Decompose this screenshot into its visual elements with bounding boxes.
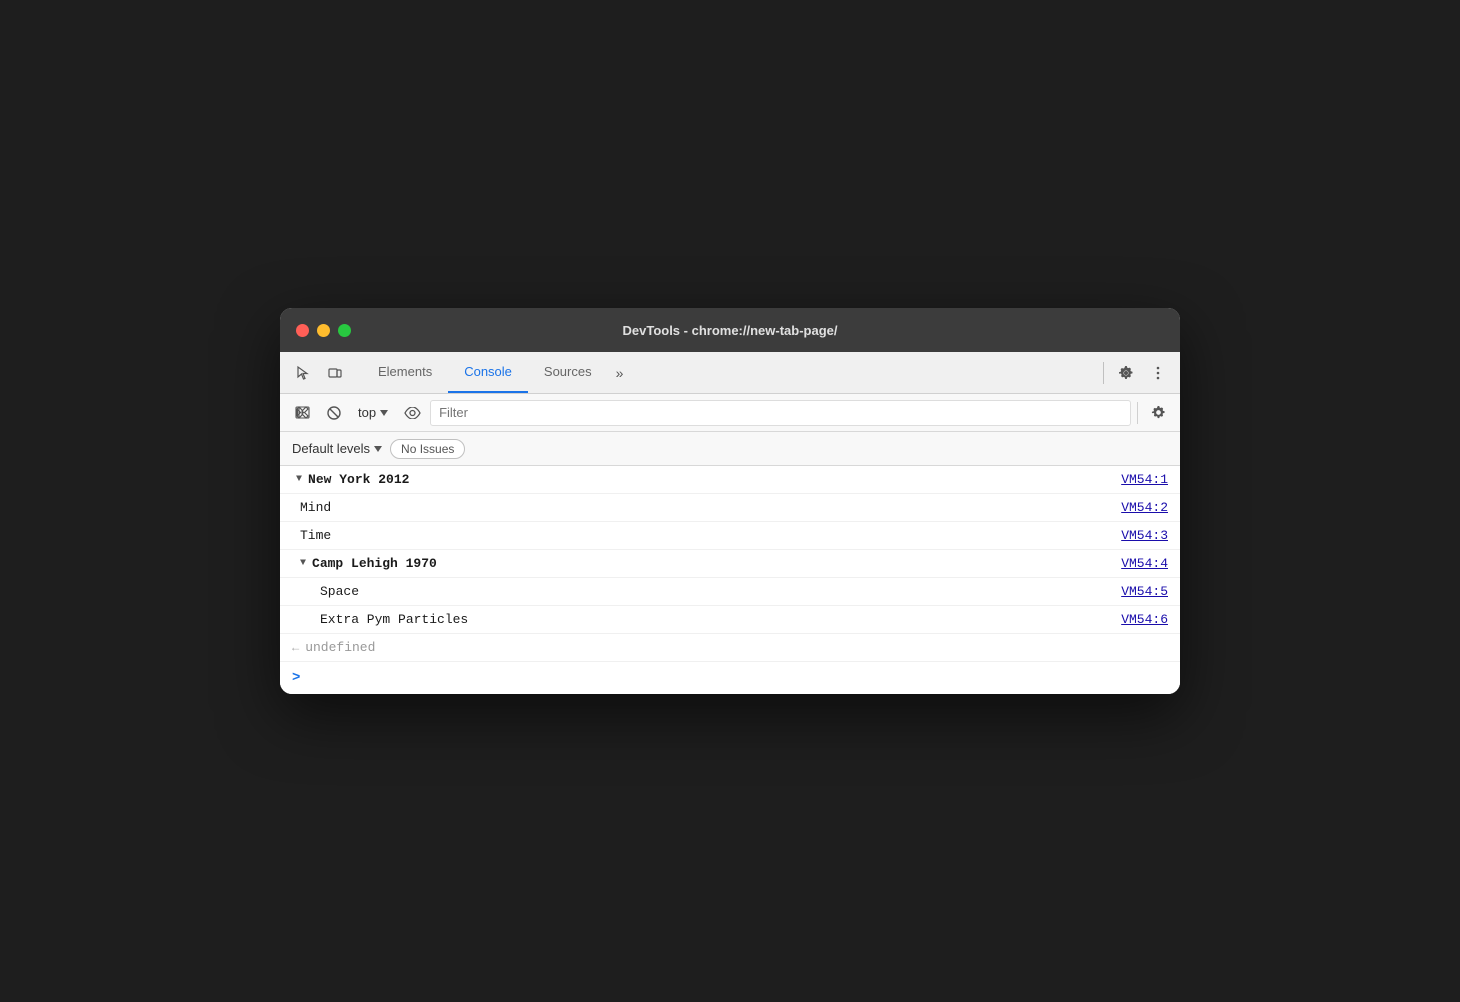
title-bar: DevTools - chrome://new-tab-page/ — [280, 308, 1180, 352]
console-row: Mind VM54:2 — [280, 494, 1180, 522]
traffic-lights — [296, 324, 351, 337]
tabs: Elements Console Sources » — [362, 352, 1099, 393]
console-row: ▼ Camp Lehigh 1970 VM54:4 — [280, 550, 1180, 578]
tab-console[interactable]: Console — [448, 352, 528, 393]
minimize-button[interactable] — [317, 324, 330, 337]
row-text: Extra Pym Particles — [320, 612, 468, 627]
tab-sources[interactable]: Sources — [528, 352, 608, 393]
tab-bar-right — [1099, 359, 1172, 387]
row-link[interactable]: VM54:5 — [1121, 584, 1168, 599]
console-row: ▼ New York 2012 VM54:1 — [280, 466, 1180, 494]
more-options-button[interactable] — [1144, 359, 1172, 387]
console-settings-button[interactable] — [1144, 399, 1172, 427]
expand-arrow[interactable]: ▼ — [300, 558, 306, 569]
row-link[interactable]: VM54:3 — [1121, 528, 1168, 543]
row-link[interactable]: VM54:1 — [1121, 472, 1168, 487]
clear-console-button[interactable] — [288, 399, 316, 427]
maximize-button[interactable] — [338, 324, 351, 337]
row-link[interactable]: VM54:4 — [1121, 556, 1168, 571]
tab-elements[interactable]: Elements — [362, 352, 448, 393]
live-expressions-button[interactable] — [398, 399, 426, 427]
tab-more-button[interactable]: » — [608, 365, 632, 381]
console-row: Time VM54:3 — [280, 522, 1180, 550]
row-text: New York 2012 — [308, 472, 409, 487]
row-text: Space — [320, 584, 359, 599]
console-output: ▼ New York 2012 VM54:1 Mind VM54:2 Time … — [280, 466, 1180, 694]
block-requests-button[interactable] — [320, 399, 348, 427]
filter-input[interactable] — [430, 400, 1131, 426]
device-toolbar-button[interactable] — [320, 358, 350, 388]
settings-button[interactable] — [1112, 359, 1140, 387]
devtools-window: DevTools - chrome://new-tab-page/ — [280, 308, 1180, 694]
inspect-element-button[interactable] — [288, 358, 318, 388]
toolbar-divider — [1137, 402, 1138, 424]
console-toolbar: top — [280, 394, 1180, 432]
row-text: Time — [300, 528, 331, 543]
row-text: Camp Lehigh 1970 — [312, 556, 437, 571]
console-row: Extra Pym Particles VM54:6 — [280, 606, 1180, 634]
devtools-container: Elements Console Sources » — [280, 352, 1180, 694]
expand-arrow[interactable]: ▼ — [296, 474, 302, 485]
row-text: Mind — [300, 500, 331, 515]
tab-bar: Elements Console Sources » — [280, 352, 1180, 394]
tab-bar-icons — [288, 358, 350, 388]
undefined-value: undefined — [305, 640, 375, 655]
divider — [1103, 362, 1104, 384]
no-issues-button[interactable]: No Issues — [390, 439, 465, 459]
console-return: ← undefined — [280, 634, 1180, 662]
console-prompt[interactable]: > — [280, 662, 1180, 694]
close-button[interactable] — [296, 324, 309, 337]
row-link[interactable]: VM54:2 — [1121, 500, 1168, 515]
default-levels-dropdown[interactable]: Default levels — [292, 441, 382, 456]
window-title: DevTools - chrome://new-tab-page/ — [622, 323, 837, 338]
prompt-symbol: > — [292, 670, 300, 686]
console-row: Space VM54:5 — [280, 578, 1180, 606]
row-link[interactable]: VM54:6 — [1121, 612, 1168, 627]
levels-bar: Default levels No Issues — [280, 432, 1180, 466]
frame-selector[interactable]: top — [352, 403, 394, 422]
return-icon: ← — [292, 641, 299, 655]
